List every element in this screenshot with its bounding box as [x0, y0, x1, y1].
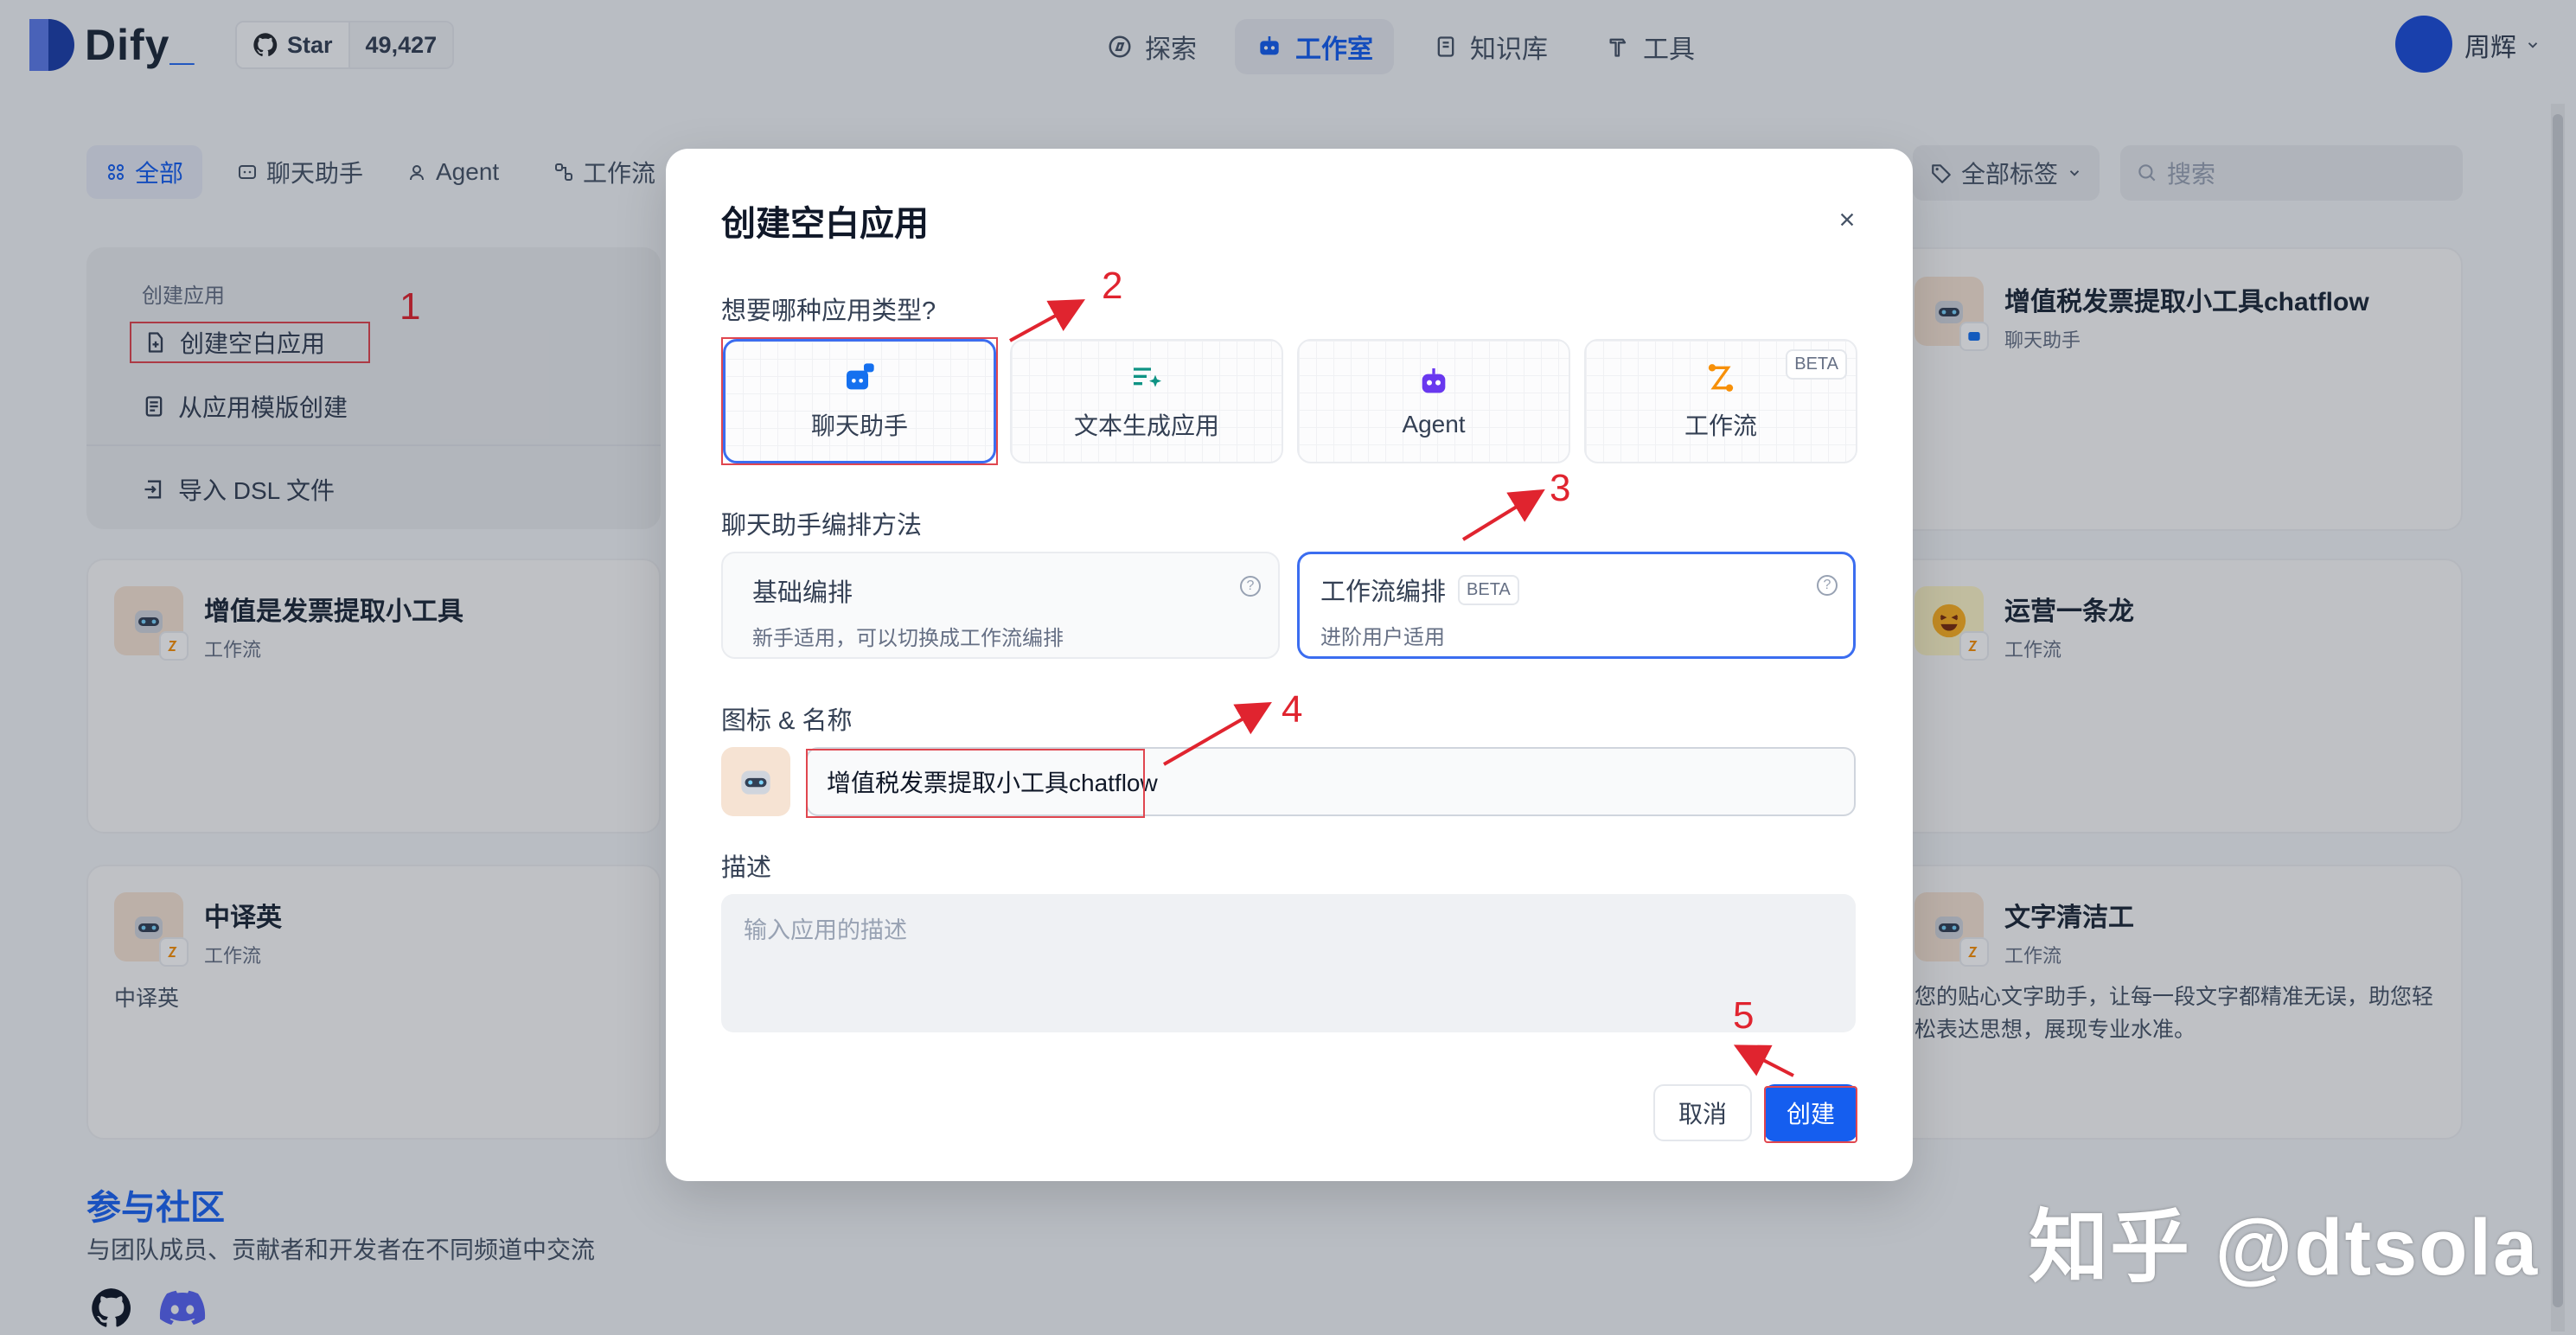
annotation-arrow-5 — [1733, 1044, 1794, 1077]
annotation-arrow-2 — [1009, 299, 1086, 342]
annotation-arrow-3 — [1461, 489, 1545, 541]
annotation-5: 5 — [1733, 994, 1755, 1037]
annotation-arrows — [1009, 299, 1794, 1077]
annotation-4: 4 — [1282, 688, 1303, 731]
annotation-arrow-4 — [1163, 702, 1272, 766]
annotation-2: 2 — [1102, 265, 1123, 307]
watermark: 知乎 @dtsola — [2029, 1204, 2540, 1292]
annotation-3: 3 — [1550, 467, 1571, 509]
